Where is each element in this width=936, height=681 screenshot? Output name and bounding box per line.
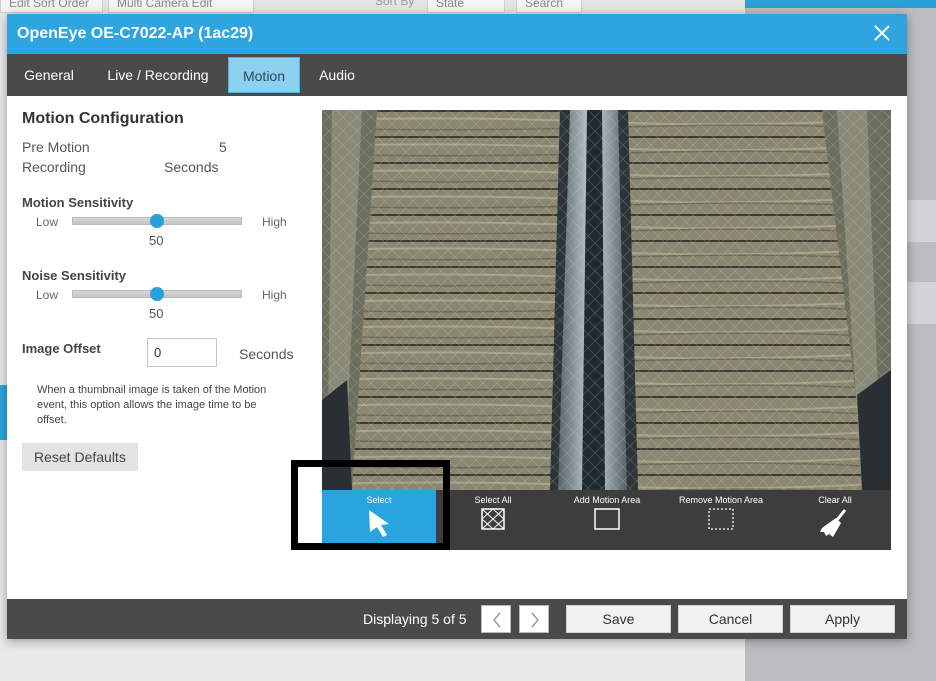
dashed-square-icon	[708, 508, 734, 530]
add-motion-area-button[interactable]: Add Motion Area	[550, 490, 664, 550]
camera-settings-dialog: OpenEye OE-C7022-AP (1ac29) General Live…	[7, 14, 907, 639]
camera-image	[322, 110, 891, 490]
cancel-button[interactable]: Cancel	[678, 605, 783, 633]
motion-low-label: Low	[36, 215, 59, 229]
motion-high-label: High	[262, 215, 287, 229]
section-heading: Motion Configuration	[22, 110, 184, 127]
noise-sensitivity-value: 50	[149, 306, 164, 321]
image-offset-title: Image Offset	[22, 341, 101, 356]
pre-motion-label-2: Recording	[22, 159, 86, 175]
pre-motion-label: Pre Motion	[22, 139, 90, 155]
noise-high-label: High	[262, 288, 287, 302]
remove-motion-area-label: Remove Motion Area	[678, 495, 764, 505]
highlight-box	[291, 460, 450, 550]
close-icon[interactable]	[871, 22, 893, 44]
dialog-footer: Displaying 5 of 5 Save Cancel Apply	[7, 599, 907, 639]
apply-button[interactable]: Apply	[790, 605, 895, 633]
camera-preview[interactable]	[322, 110, 891, 490]
background-toolbar: Edit Sort Order Multi Camera Edit Sort B…	[0, 0, 745, 14]
motion-sensitivity-value: 50	[149, 233, 164, 248]
prev-page-button[interactable]	[481, 605, 511, 633]
dialog-header: OpenEye OE-C7022-AP (1ac29)	[7, 14, 907, 54]
tab-bar: General Live / Recording Motion Audio	[7, 54, 907, 96]
grid-select-icon	[481, 508, 505, 530]
chevron-left-icon	[493, 612, 501, 628]
noise-sensitivity-title: Noise Sensitivity	[22, 268, 127, 283]
select-all-label: Select All	[474, 495, 512, 505]
image-offset-input[interactable]	[147, 338, 217, 367]
image-offset-note: When a thumbnail image is taken of the M…	[37, 384, 267, 426]
bg-sort-select: State	[427, 0, 505, 13]
clear-all-button[interactable]: Clear All	[778, 490, 892, 550]
bg-search: Search	[516, 0, 582, 13]
pagination-status: Displaying 5 of 5	[363, 611, 467, 627]
broom-icon	[820, 509, 847, 537]
tab-general[interactable]: General	[7, 57, 91, 93]
motion-sensitivity-title: Motion Sensitivity	[22, 195, 134, 210]
tab-live-recording[interactable]: Live / Recording	[93, 57, 223, 93]
next-page-button[interactable]	[519, 605, 549, 633]
reset-defaults-button[interactable]: Reset Defaults	[22, 443, 138, 471]
noise-sensitivity-thumb[interactable]	[150, 287, 164, 301]
clear-all-label: Clear All	[818, 495, 852, 505]
bg-left-accent	[0, 385, 7, 440]
add-motion-area-label: Add Motion Area	[573, 495, 641, 505]
noise-low-label: Low	[36, 288, 59, 302]
motion-sensitivity-thumb[interactable]	[150, 214, 164, 228]
tab-audio[interactable]: Audio	[305, 57, 369, 93]
remove-motion-area-button[interactable]: Remove Motion Area	[664, 490, 778, 550]
chevron-right-icon	[531, 612, 539, 628]
image-offset-unit: Seconds	[239, 346, 294, 362]
bg-accent-bar	[745, 0, 936, 8]
bg-edit-sort-button: Edit Sort Order	[0, 0, 103, 13]
tab-motion[interactable]: Motion	[228, 57, 300, 93]
pre-motion-value: 5	[219, 139, 227, 155]
select-all-tool-button[interactable]: Select All	[436, 490, 550, 550]
pre-motion-unit: Seconds	[164, 159, 219, 175]
save-button[interactable]: Save	[566, 605, 671, 633]
bg-multi-camera-button: Multi Camera Edit	[108, 0, 254, 13]
dialog-title: OpenEye OE-C7022-AP (1ac29)	[17, 25, 254, 42]
bg-sort-label: Sort By	[375, 0, 415, 8]
square-outline-icon	[594, 508, 620, 530]
